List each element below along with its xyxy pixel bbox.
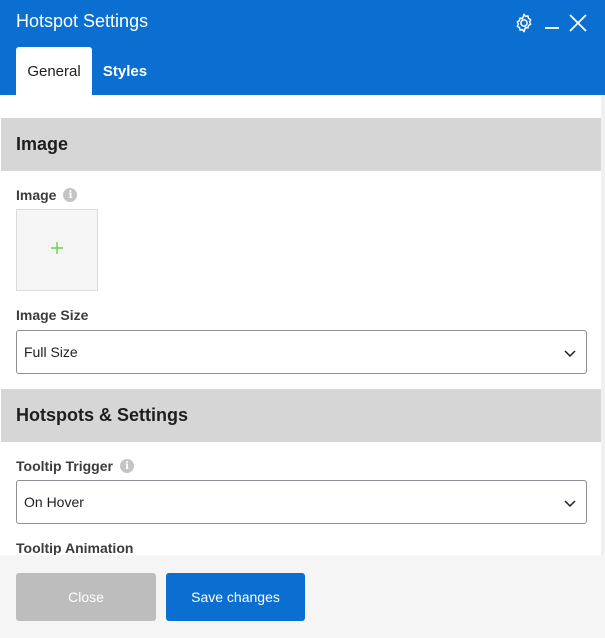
section-hotspots-header: Hotspots & Settings	[1, 389, 602, 442]
close-button[interactable]: Close	[16, 573, 156, 621]
image-size-value: Full Size	[24, 344, 78, 360]
image-picker[interactable]	[16, 209, 98, 291]
info-icon[interactable]: i	[63, 188, 78, 202]
chevron-down-icon	[563, 346, 577, 360]
tab-styles[interactable]: Styles	[92, 47, 158, 95]
minimize-icon[interactable]	[539, 10, 565, 36]
tooltip-trigger-label-text: Tooltip Trigger	[16, 458, 113, 474]
plus-icon	[50, 241, 64, 260]
info-icon[interactable]: i	[119, 459, 134, 473]
panel-header: Hotspot Settings General Styles	[0, 0, 605, 95]
tooltip-trigger-value: On Hover	[24, 494, 84, 510]
close-icon[interactable]	[565, 10, 591, 36]
tab-general[interactable]: General	[16, 47, 92, 95]
tooltip-animation-label: Tooltip Animation	[16, 540, 133, 555]
gear-icon[interactable]	[511, 10, 537, 36]
image-label-text: Image	[16, 187, 57, 203]
image-size-select[interactable]: Full Size	[16, 330, 587, 374]
image-field-label: Image i	[16, 187, 78, 203]
chevron-down-icon	[563, 496, 577, 510]
content-scrollbar[interactable]	[601, 95, 605, 555]
image-size-label: Image Size	[16, 307, 88, 323]
hotspot-settings-panel: Hotspot Settings General Styles Image Im…	[0, 0, 605, 638]
panel-footer: Close Save changes	[0, 555, 605, 638]
section-image-header: Image	[1, 118, 602, 171]
panel-title: Hotspot Settings	[16, 11, 149, 31]
tooltip-trigger-label: Tooltip Trigger i	[16, 458, 134, 474]
tooltip-animation-label-text: Tooltip Animation	[16, 540, 134, 555]
image-size-label-text: Image Size	[16, 307, 89, 323]
settings-content[interactable]: Image Image i Image Size Full Size Hotsp…	[0, 95, 605, 555]
save-changes-button[interactable]: Save changes	[166, 573, 305, 621]
tooltip-trigger-select[interactable]: On Hover	[16, 480, 587, 524]
